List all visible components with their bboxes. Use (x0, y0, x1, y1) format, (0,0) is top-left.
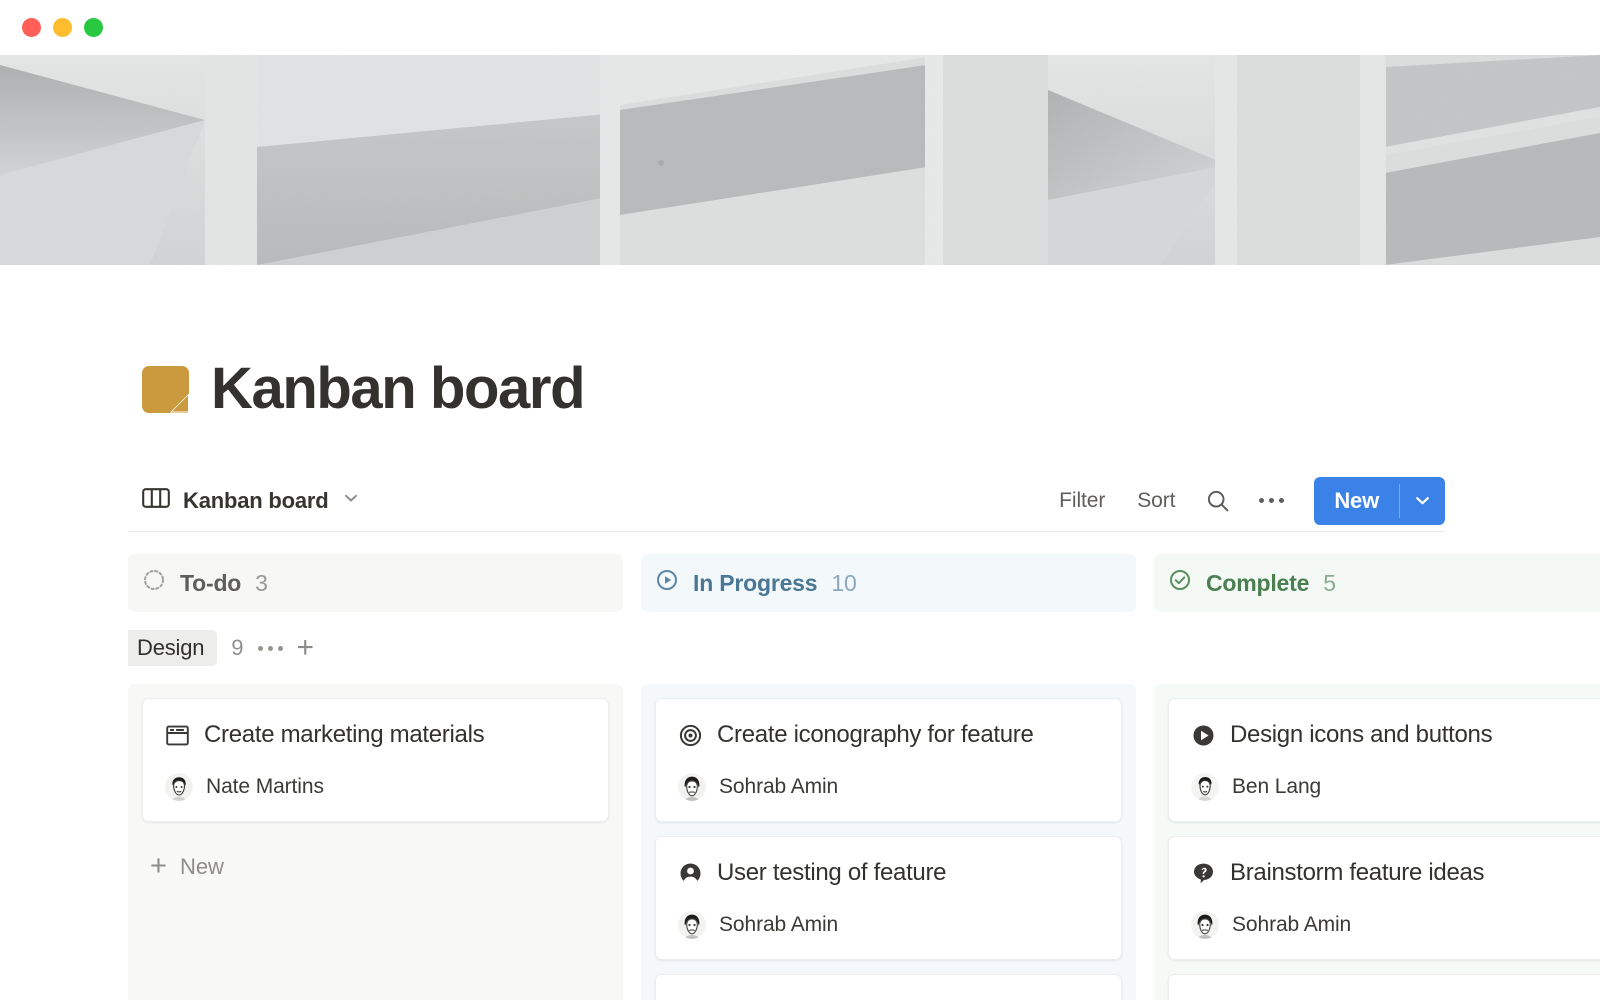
cover-image (0, 55, 1600, 265)
card-title-row: Design icons and buttons (1191, 721, 1600, 749)
add-card-button[interactable]: + New (142, 836, 609, 907)
card-title: Design icons and buttons (1230, 721, 1492, 749)
card-partial[interactable] (655, 974, 1122, 1000)
toolbar-actions: Filter Sort New (1043, 477, 1445, 525)
column-count-todo: 3 (255, 570, 268, 597)
target-icon (678, 723, 703, 748)
card-title-row: Create iconography for feature (678, 721, 1099, 749)
card-assignee: Ben Lang (1232, 775, 1321, 799)
board-column-complete: Complete 5 Design icons and bu (1154, 554, 1600, 1000)
group-count: 9 (231, 635, 243, 661)
zoom-button[interactable] (84, 18, 103, 37)
card-assignee: Nate Martins (206, 775, 324, 799)
column-count-complete: 5 (1323, 570, 1336, 597)
plus-icon[interactable]: + (297, 633, 315, 663)
card-assignee-row: Nate Martins (165, 773, 586, 801)
browser-window-icon (165, 723, 190, 748)
view-name: Kanban board (183, 488, 329, 514)
traffic-lights (22, 18, 103, 37)
column-header-todo[interactable]: To-do 3 (128, 554, 623, 612)
cover-illustration (0, 55, 1600, 265)
board-column-todo: To-do 3 Design 9 + (128, 554, 623, 1000)
ellipsis-icon[interactable] (258, 646, 283, 651)
column-label-complete: Complete (1206, 570, 1309, 597)
card-assignee-row: Ben Lang (1191, 773, 1600, 801)
board-column-in-progress: In Progress 10 (641, 554, 1136, 1000)
card-assignee-row: Sohrab Amin (678, 911, 1099, 939)
filter-button[interactable]: Filter (1043, 483, 1121, 519)
column-label-in-progress: In Progress (693, 570, 817, 597)
card[interactable]: User testing of feature (655, 836, 1122, 960)
plus-icon: + (150, 852, 167, 881)
view-toolbar: Kanban board Filter Sort New (128, 470, 1445, 532)
play-circle-filled-icon (1191, 723, 1216, 748)
avatar (1191, 911, 1219, 939)
new-button[interactable]: New (1314, 477, 1399, 525)
window-titlebar (0, 0, 1600, 55)
column-header-in-progress[interactable]: In Progress 10 (641, 554, 1136, 612)
thought-question-icon (1191, 861, 1216, 886)
card[interactable]: Create marketing materials (142, 698, 609, 822)
ellipsis-icon[interactable] (1245, 492, 1298, 509)
page-header: Kanban board (0, 265, 1600, 418)
new-button-group: New (1314, 477, 1445, 525)
dotted-circle-icon (142, 568, 166, 598)
column-body-complete: Design icons and buttons (1154, 684, 1600, 1000)
card-assignee: Sohrab Amin (1232, 913, 1351, 937)
page-content: Kanban board Kanban board Filter Sort (0, 265, 1600, 1000)
play-circle-icon (655, 568, 679, 598)
column-label-todo: To-do (180, 570, 241, 597)
avatar (678, 911, 706, 939)
board-view-icon (142, 486, 170, 515)
avatar (678, 773, 706, 801)
card-title: User testing of feature (717, 859, 946, 887)
card-assignee-row: Sohrab Amin (1191, 911, 1600, 939)
new-dropdown-button[interactable] (1400, 477, 1445, 525)
card-title: Brainstorm feature ideas (1230, 859, 1484, 887)
tab-kanban-board[interactable]: Kanban board (128, 486, 360, 515)
card-title-row: User testing of feature (678, 859, 1099, 887)
column-header-complete[interactable]: Complete 5 (1154, 554, 1600, 612)
card[interactable]: Design icons and buttons (1168, 698, 1600, 822)
card[interactable]: Brainstorm feature ideas (1168, 836, 1600, 960)
card-title-row: Create marketing materials (165, 721, 586, 749)
avatar (1191, 773, 1219, 801)
group-label[interactable]: Design (128, 630, 217, 666)
card-title: Create marketing materials (204, 721, 484, 749)
card-assignee: Sohrab Amin (719, 913, 838, 937)
card-title: Create iconography for feature (717, 721, 1034, 749)
minimize-button[interactable] (53, 18, 72, 37)
column-body-todo: Create marketing materials (128, 684, 623, 1000)
card-title-row: Brainstorm feature ideas (1191, 859, 1600, 887)
avatar (165, 773, 193, 801)
card-assignee: Sohrab Amin (719, 775, 838, 799)
add-card-label: New (180, 854, 224, 880)
card-partial[interactable] (1168, 974, 1600, 1000)
sticky-note-emoji[interactable] (142, 366, 189, 413)
group-row-design: Design 9 + (128, 612, 623, 684)
column-body-in-progress: Create iconography for feature (641, 684, 1136, 1000)
page-title[interactable]: Kanban board (211, 360, 584, 418)
kanban-board: To-do 3 Design 9 + (128, 554, 1600, 1000)
check-circle-icon (1168, 568, 1192, 598)
card-assignee-row: Sohrab Amin (678, 773, 1099, 801)
search-icon[interactable] (1191, 482, 1245, 520)
close-button[interactable] (22, 18, 41, 37)
sort-button[interactable]: Sort (1121, 483, 1191, 519)
person-circle-icon (678, 861, 703, 886)
column-count-in-progress: 10 (831, 570, 856, 597)
card[interactable]: Create iconography for feature (655, 698, 1122, 822)
chevron-down-icon[interactable] (342, 489, 360, 512)
